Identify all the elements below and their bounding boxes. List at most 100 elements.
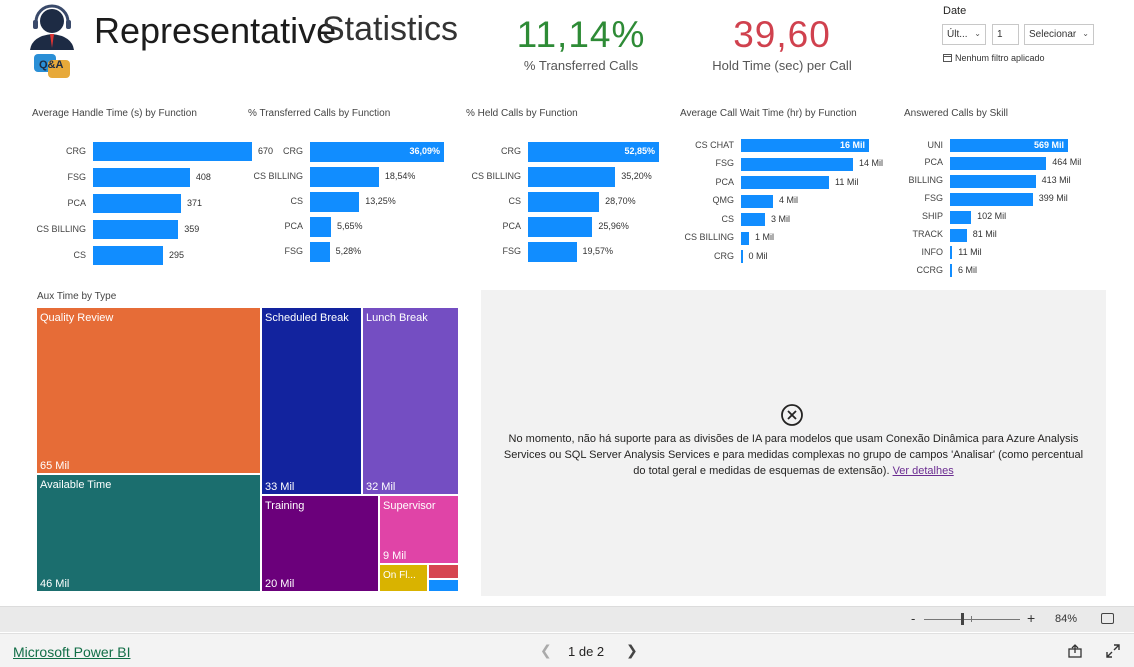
chart-transferred-calls[interactable]: % Transferred Calls by Function CRG 36,09… — [240, 106, 455, 266]
bar-category-label: CS BILLING — [253, 171, 303, 181]
bar-category-label: PCA — [67, 197, 86, 208]
treemap-tile[interactable] — [428, 579, 459, 592]
treemap-tile[interactable]: Lunch Break 32 Mil — [362, 307, 459, 495]
bar[interactable] — [310, 217, 331, 237]
bar-value-label: 5,65% — [336, 221, 363, 231]
bar-value-label: 464 Mil — [1052, 157, 1082, 168]
next-page-icon[interactable]: ❯ — [626, 642, 638, 659]
error-message: No momento, não há suporte para as divis… — [501, 431, 1086, 479]
bar[interactable] — [950, 174, 1036, 188]
bar[interactable] — [93, 220, 179, 239]
zoom-in-button[interactable]: + — [1027, 610, 1035, 626]
bar[interactable] — [950, 156, 1047, 170]
chart-answered-calls[interactable]: Answered Calls by Skill UNI 569 Mil PCA 464… — [896, 106, 1121, 281]
treemap-tile[interactable]: Available Time 46 Mil — [36, 474, 261, 592]
bar[interactable] — [528, 167, 616, 187]
bar-value-label: 35,20% — [621, 171, 652, 181]
zoom-out-button[interactable]: - — [911, 611, 915, 626]
bar-value-label: 295 — [169, 249, 185, 260]
treemap-tile[interactable]: Scheduled Break 33 Mil — [261, 307, 362, 495]
date-unit-value: Selecionar — [1029, 29, 1077, 40]
details-link[interactable]: Ver detalhes — [893, 465, 954, 477]
date-mode-value: Últ... — [947, 29, 968, 40]
previous-page-icon[interactable]: ❮ — [540, 642, 552, 659]
share-icon[interactable] — [1068, 644, 1082, 658]
tile-value: 32 Mil — [366, 481, 396, 493]
bar-category-label: CS CHAT — [695, 139, 734, 150]
zoom-slider-track[interactable] — [924, 619, 1020, 620]
date-unit-dropdown[interactable]: Selecionar ⌄ — [1024, 24, 1094, 45]
bar[interactable] — [528, 242, 577, 262]
bar-category-label: SHIP — [921, 211, 943, 222]
bar-category-label: FSG — [924, 193, 943, 204]
kpi-hold-time: 39,60 Hold Time (sec) per Call — [692, 14, 872, 73]
treemap-tile[interactable] — [428, 564, 459, 579]
page-title-sub: Statistics — [322, 10, 459, 48]
bar-category-label: CRG — [714, 250, 734, 261]
bar[interactable] — [741, 194, 773, 208]
bar-category-label: CS — [290, 196, 303, 206]
zoom-slider-thumb[interactable] — [961, 613, 964, 625]
bar[interactable] — [528, 217, 593, 237]
bar-category-label: CRG — [66, 145, 86, 156]
chevron-down-icon: ⌄ — [1082, 29, 1089, 38]
bar[interactable] — [950, 192, 1033, 206]
powerbi-link[interactable]: Microsoft Power BI — [13, 644, 130, 660]
ai-split-error-panel: No momento, não há suporte para as divis… — [481, 290, 1106, 596]
bar[interactable] — [950, 246, 953, 260]
date-mode-dropdown[interactable]: Últ... ⌄ — [942, 24, 986, 45]
fullscreen-icon[interactable] — [1106, 644, 1120, 658]
chart-call-wait-time[interactable]: Average Call Wait Time (hr) by Function … — [672, 106, 897, 271]
bar-value-label: 399 Mil — [1038, 193, 1068, 204]
bar-value-label: 19,57% — [582, 246, 614, 256]
bar-category-label: PCA — [502, 221, 521, 231]
bar[interactable] — [741, 157, 853, 171]
treemap-tile[interactable]: Training 20 Mil — [261, 495, 379, 592]
page-title-main: Representative — [94, 10, 337, 51]
date-slicer-title: Date — [943, 5, 967, 17]
bar-category-label: CCRG — [916, 264, 944, 275]
bar[interactable] — [93, 246, 163, 265]
tile-label: On Fl... — [383, 570, 416, 581]
bar[interactable] — [950, 228, 967, 242]
bar[interactable] — [93, 168, 190, 187]
bar[interactable] — [741, 231, 749, 245]
bar-value-label: 11 Mil — [835, 176, 859, 187]
date-count-input[interactable]: 1 — [992, 24, 1019, 45]
zoom-bar: - + 84% — [0, 606, 1134, 632]
bar[interactable] — [528, 192, 600, 212]
bar[interactable] — [310, 167, 379, 187]
bar[interactable] — [950, 210, 972, 224]
bar-value-label: 18,54% — [384, 171, 416, 181]
bar[interactable] — [93, 194, 182, 213]
bar-value-label: 569 Mil — [1033, 139, 1064, 150]
bar[interactable] — [950, 264, 952, 278]
bar[interactable] — [741, 176, 829, 189]
chevron-down-icon: ⌄ — [974, 29, 981, 38]
bar-value-label: 371 — [187, 197, 203, 208]
bar[interactable] — [93, 142, 252, 161]
chart-average-handle-time[interactable]: Average Handle Time (s) by Function CRG 6… — [20, 106, 273, 266]
bar[interactable] — [741, 213, 765, 226]
fit-to-page-icon[interactable] — [1101, 613, 1114, 624]
bar[interactable] — [741, 250, 743, 263]
treemap-tile[interactable]: On Fl... — [379, 564, 428, 592]
zoom-slider-tick — [971, 616, 972, 622]
chart-held-calls[interactable]: % Held Calls by Function CRG 52,85% CS BIL… — [458, 106, 673, 266]
tile-value: 9 Mil — [383, 550, 407, 562]
bar[interactable] — [310, 192, 360, 212]
bar[interactable] — [310, 242, 330, 262]
treemap-aux-time[interactable]: Quality Review 65 Mil Available Time 46 … — [36, 307, 459, 592]
bar-category-label: FSG — [67, 171, 86, 182]
bar-category-label: PCA — [284, 221, 303, 231]
treemap-tile[interactable]: Quality Review 65 Mil — [36, 307, 261, 474]
tile-label: Available Time — [40, 479, 112, 491]
chart-title: Average Call Wait Time (hr) by Function — [680, 108, 857, 119]
tile-value: 33 Mil — [265, 481, 295, 493]
calendar-icon — [943, 54, 952, 62]
treemap-title: Aux Time by Type — [37, 291, 117, 302]
treemap-tile[interactable]: Supervisor 9 Mil — [379, 495, 459, 564]
representative-logo: Q&A — [30, 4, 74, 78]
tile-label: Training — [265, 500, 305, 512]
bar-category-label: PCA — [924, 157, 943, 168]
